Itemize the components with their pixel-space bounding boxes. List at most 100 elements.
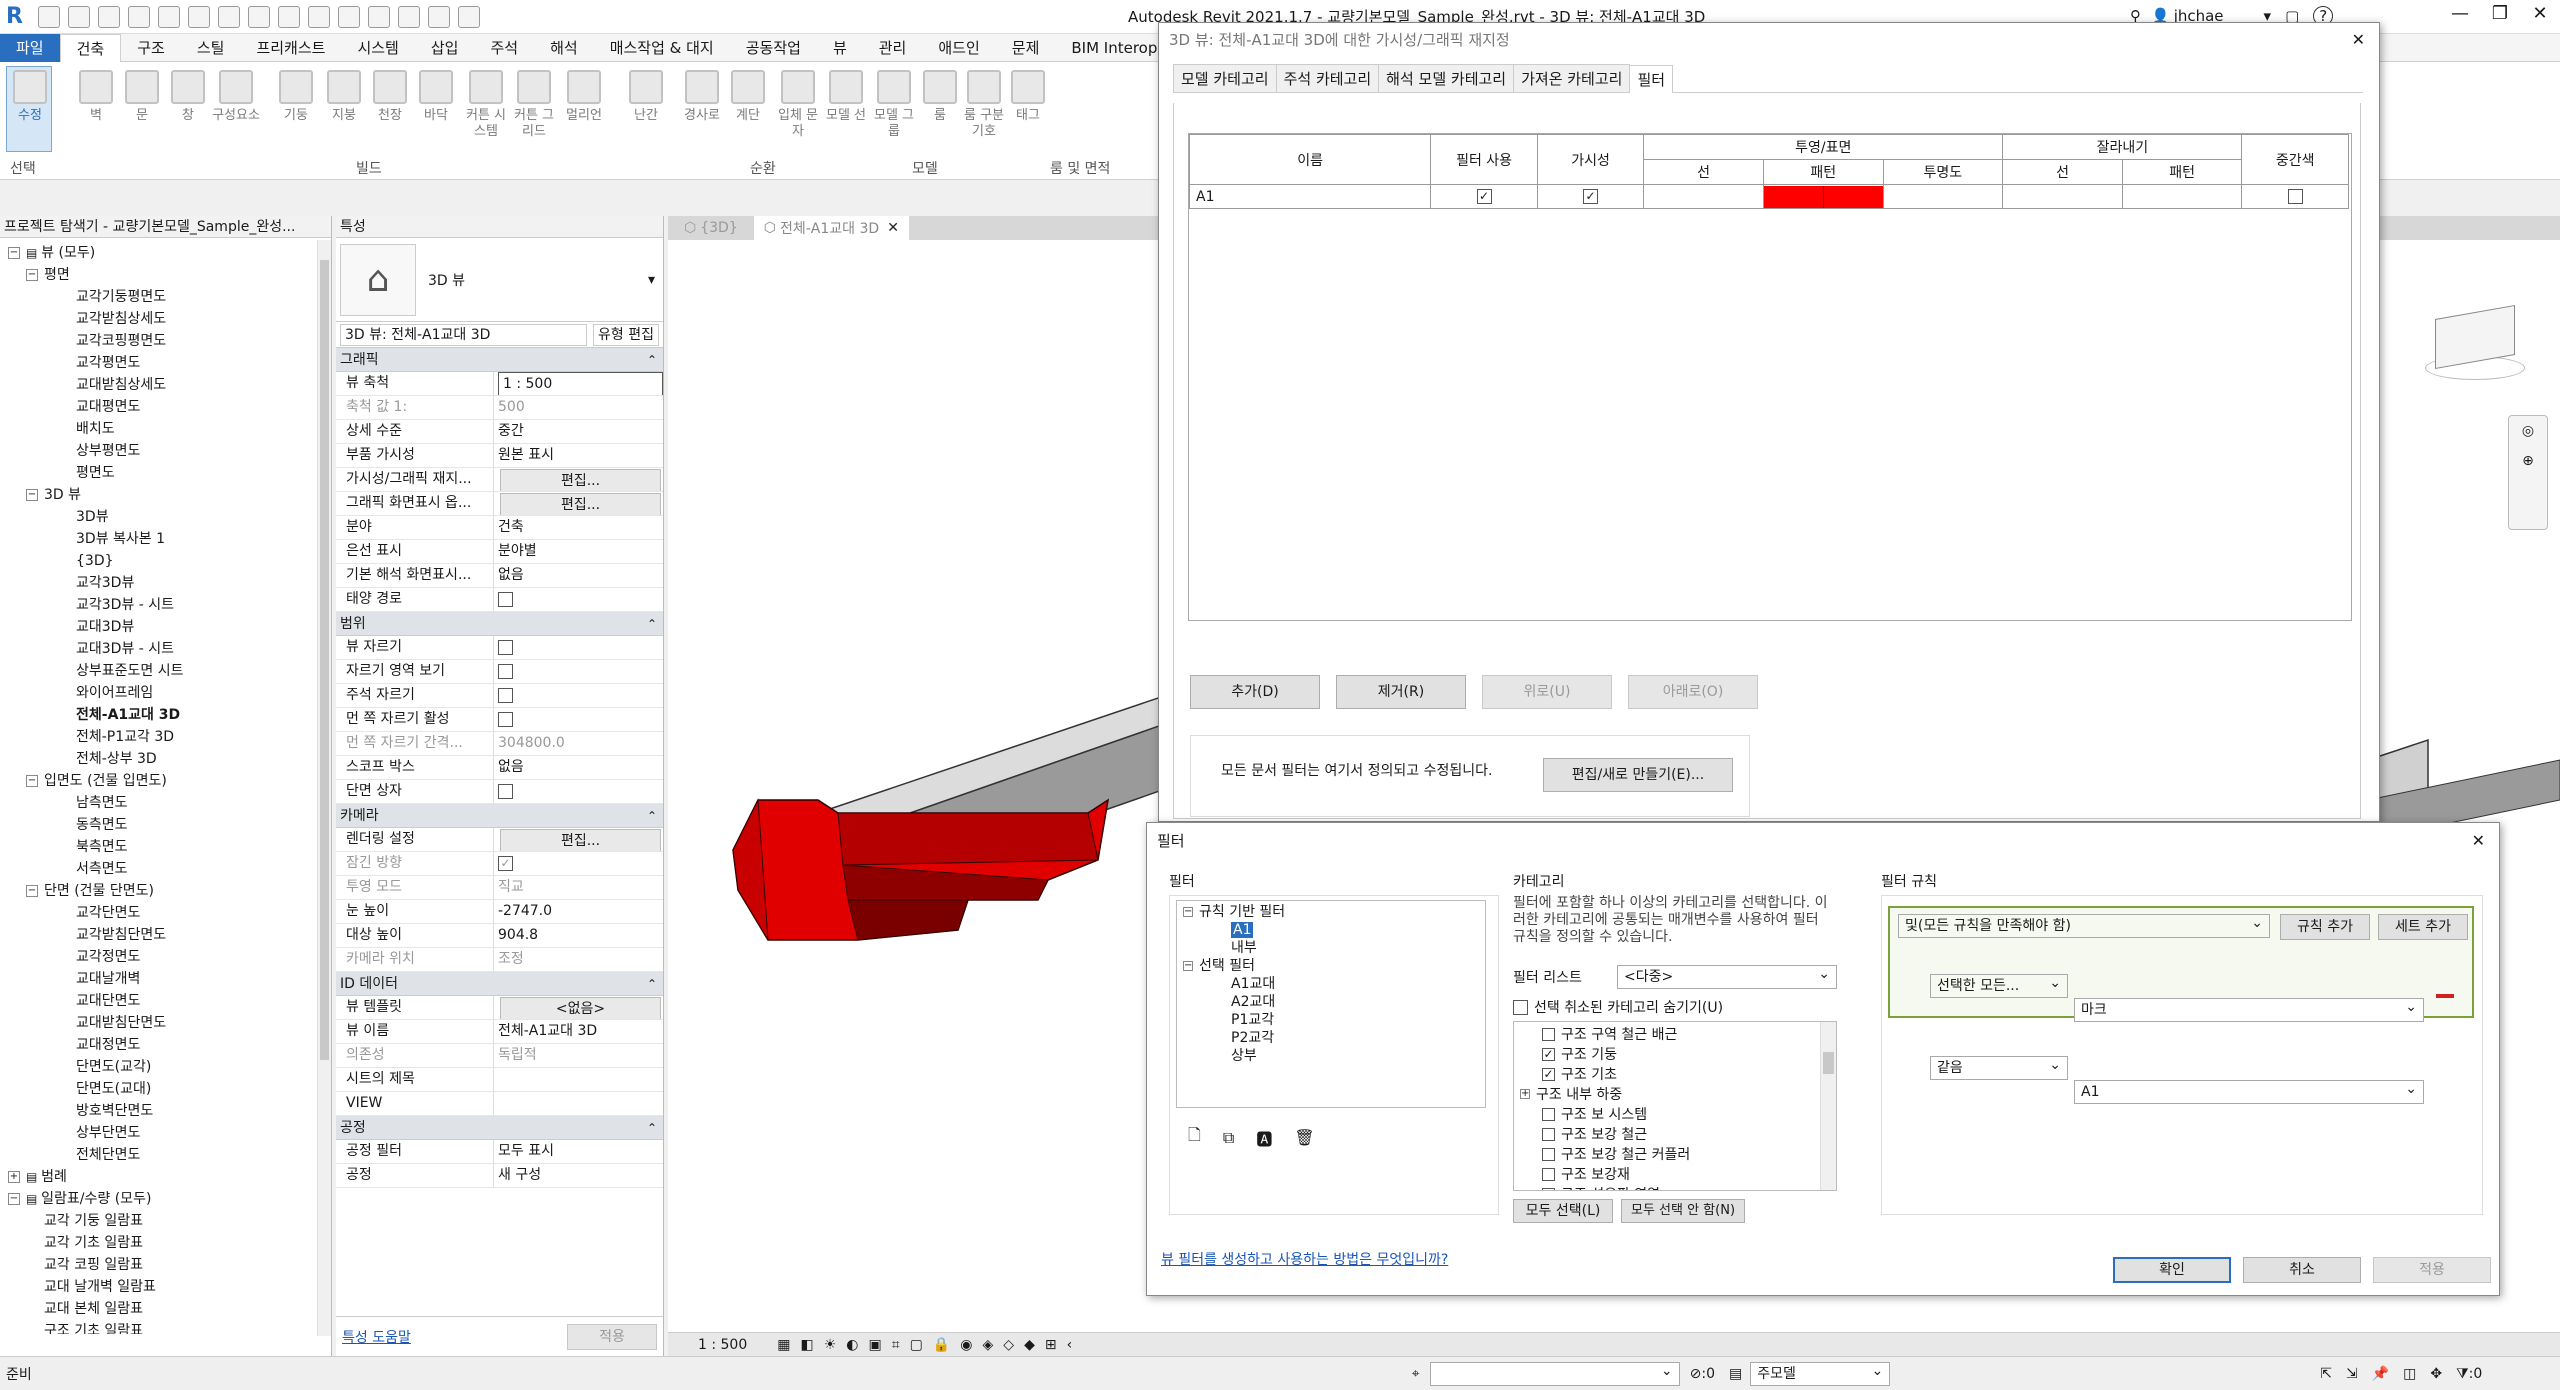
ribbon-tool[interactable]: 수정 bbox=[6, 70, 54, 124]
tree-item[interactable]: 배치도 bbox=[0, 418, 331, 440]
ribbon-tool[interactable]: 모델 그룹 bbox=[870, 70, 918, 140]
tree-item[interactable]: 교대3D뷰 bbox=[0, 616, 331, 638]
tree-item[interactable]: 단면도(교대) bbox=[0, 1078, 331, 1100]
property-section[interactable]: ID 데이터 bbox=[336, 972, 663, 996]
tree-item[interactable]: − 평면 bbox=[0, 264, 331, 286]
rule-value-input[interactable]: A1 bbox=[2074, 1078, 2424, 1104]
visual-style-icon[interactable]: ◧ bbox=[800, 1337, 813, 1353]
ribbon-tool[interactable]: 창 bbox=[164, 70, 212, 124]
lock-view-icon[interactable]: 🔒 bbox=[933, 1337, 950, 1353]
filter-tree-item[interactable]: − 규칙 기반 필터 bbox=[1177, 903, 1485, 921]
property-value[interactable]: 904.8 bbox=[494, 924, 663, 947]
design-option-select[interactable]: 주모델 bbox=[1750, 1360, 1891, 1386]
property-value[interactable]: 새 구성 bbox=[494, 1164, 663, 1187]
viewcube[interactable] bbox=[2420, 300, 2530, 390]
ribbon-tab[interactable]: 공동작업 bbox=[730, 34, 817, 62]
filter-use-cell[interactable]: ✓ bbox=[1430, 184, 1538, 209]
click-select-icon[interactable]: ⌖ bbox=[1412, 1366, 1420, 1382]
ribbon-tool[interactable]: 커튼 시스템 bbox=[462, 70, 510, 140]
ribbon-tab[interactable]: 스틸 bbox=[181, 34, 241, 62]
tree-item[interactable]: 북측면도 bbox=[0, 836, 331, 858]
filter-tree-item[interactable]: 내부 bbox=[1177, 939, 1485, 957]
drag-select-icon[interactable]: ✥ bbox=[2430, 1366, 2442, 1382]
links-select-icon[interactable]: ⇱ bbox=[2320, 1366, 2332, 1382]
property-value[interactable] bbox=[494, 660, 663, 683]
filters-help-link[interactable]: 뷰 필터를 생성하고 사용하는 방법은 무엇입니까? bbox=[1161, 1249, 1448, 1269]
workset-select[interactable] bbox=[1429, 1360, 1680, 1386]
ribbon-tool[interactable]: 계단 bbox=[724, 70, 772, 124]
ribbon-tab[interactable]: 뷰 bbox=[817, 34, 863, 62]
property-checkbox[interactable] bbox=[498, 663, 513, 679]
print-icon[interactable] bbox=[188, 6, 210, 28]
tree-item[interactable]: 상부평면도 bbox=[0, 440, 331, 462]
open-icon[interactable] bbox=[38, 6, 60, 28]
category-scrollbar[interactable] bbox=[1820, 1022, 1836, 1190]
tree-item[interactable]: 교각 기초 일람표 bbox=[0, 1232, 331, 1254]
property-checkbox[interactable] bbox=[498, 687, 513, 703]
temp-hide-icon[interactable]: ◉ bbox=[960, 1337, 972, 1353]
tree-item[interactable]: 전체-상부 3D bbox=[0, 748, 331, 770]
ribbon-tool[interactable]: 벽 bbox=[72, 70, 120, 124]
property-value[interactable] bbox=[494, 684, 663, 707]
ribbon-tool[interactable]: 입체 문자 bbox=[774, 70, 822, 140]
category-list[interactable]: 구조 구역 철근 배근 ✓ 구조 기둥 ✓ 구조 기초 + 구조 내부 하중 구조 보 시스템… bbox=[1513, 1021, 1837, 1191]
hide-unchecked-row[interactable]: 선택 취소된 카테고리 숨기기(U) bbox=[1513, 997, 1723, 1017]
tree-item[interactable]: 교각 코핑 일람표 bbox=[0, 1254, 331, 1276]
edit-type-button[interactable]: 유형 편집 bbox=[593, 323, 659, 346]
ribbon-tool[interactable]: 지붕 bbox=[320, 70, 368, 124]
ribbon-tool[interactable]: 천장 bbox=[366, 70, 414, 124]
tree-item[interactable]: 단면도(교각) bbox=[0, 1056, 331, 1078]
tree-item[interactable]: − 단면 (건물 단면도) bbox=[0, 880, 331, 902]
category-item[interactable]: 구조 섬유판 영역 bbox=[1514, 1184, 1836, 1190]
ribbon-tab[interactable]: 문제 bbox=[996, 34, 1056, 62]
duplicate-filter-icon[interactable]: ⧉ bbox=[1223, 1128, 1234, 1148]
hide-unchecked-checkbox[interactable] bbox=[1513, 999, 1528, 1015]
editable-only-icon[interactable]: ⊘ bbox=[1690, 1366, 1702, 1382]
filter-tree-item[interactable]: P1교각 bbox=[1177, 1011, 1485, 1029]
category-item[interactable]: 구조 보강 철근 bbox=[1514, 1124, 1836, 1144]
tree-item[interactable]: 교대3D뷰 - 시트 bbox=[0, 638, 331, 660]
proj-transparency-cell[interactable] bbox=[1882, 184, 2004, 209]
tree-item[interactable]: 교각단면도 bbox=[0, 902, 331, 924]
property-value[interactable] bbox=[494, 1068, 663, 1091]
filter-list-select[interactable]: <다중> bbox=[1617, 963, 1837, 989]
tree-item[interactable]: 교각3D뷰 bbox=[0, 572, 331, 594]
ribbon-tab[interactable]: 구조 bbox=[121, 34, 181, 62]
category-item[interactable]: + 구조 내부 하중 bbox=[1514, 1084, 1836, 1104]
type-selector[interactable]: ⌂ 3D 뷰 ▾ bbox=[336, 238, 663, 322]
ribbon-tool[interactable]: 구성요소 bbox=[212, 70, 260, 124]
property-value[interactable]: 편집... bbox=[494, 492, 663, 515]
collapse-icon[interactable]: − bbox=[26, 489, 38, 501]
property-value[interactable]: 500 bbox=[494, 396, 663, 419]
property-value[interactable]: 전체-A1교대 3D bbox=[494, 1020, 663, 1043]
category-checkbox[interactable] bbox=[1542, 1107, 1555, 1121]
property-value[interactable] bbox=[494, 588, 663, 611]
new-filter-icon[interactable]: 🗋 bbox=[1188, 1124, 1201, 1151]
property-value[interactable]: 중간 bbox=[494, 420, 663, 443]
ribbon-tool[interactable]: 난간 bbox=[622, 70, 670, 124]
ribbon-tool[interactable]: 룸 bbox=[916, 70, 964, 124]
reveal-hidden-icon[interactable]: ◈ bbox=[983, 1337, 994, 1353]
property-value[interactable]: <없음> bbox=[494, 996, 663, 1019]
filter-tree-item[interactable]: 상부 bbox=[1177, 1047, 1485, 1065]
proj-line-cell[interactable] bbox=[1643, 184, 1764, 209]
category-checkbox[interactable] bbox=[1542, 1027, 1555, 1041]
property-value[interactable] bbox=[494, 780, 663, 803]
vg-tab[interactable]: 모델 카테고리 bbox=[1173, 64, 1277, 92]
tree-item[interactable]: 교각받침단면도 bbox=[0, 924, 331, 946]
category-checkbox[interactable] bbox=[1542, 1167, 1555, 1181]
filter-tree-item[interactable]: A1교대 bbox=[1177, 975, 1485, 993]
property-checkbox[interactable]: ✓ bbox=[498, 855, 513, 871]
property-section[interactable]: 범위 bbox=[336, 612, 663, 636]
ribbon-tool[interactable]: 바닥 bbox=[412, 70, 460, 124]
analytical-icon[interactable]: ◇ bbox=[1003, 1337, 1014, 1353]
property-value[interactable]: 건축 bbox=[494, 516, 663, 539]
ribbon-tool[interactable]: 모델 선 bbox=[822, 70, 870, 124]
tree-item[interactable]: 교대단면도 bbox=[0, 990, 331, 1012]
view-instance-select[interactable]: 3D 뷰: 전체-A1교대 3D bbox=[340, 323, 588, 346]
category-item[interactable]: 구조 보강재 bbox=[1514, 1164, 1836, 1184]
section-icon[interactable] bbox=[368, 6, 390, 28]
tree-item[interactable]: −3D 뷰 bbox=[0, 484, 331, 506]
category-checkbox[interactable] bbox=[1542, 1187, 1555, 1190]
expand-icon[interactable]: + bbox=[1520, 1089, 1530, 1099]
